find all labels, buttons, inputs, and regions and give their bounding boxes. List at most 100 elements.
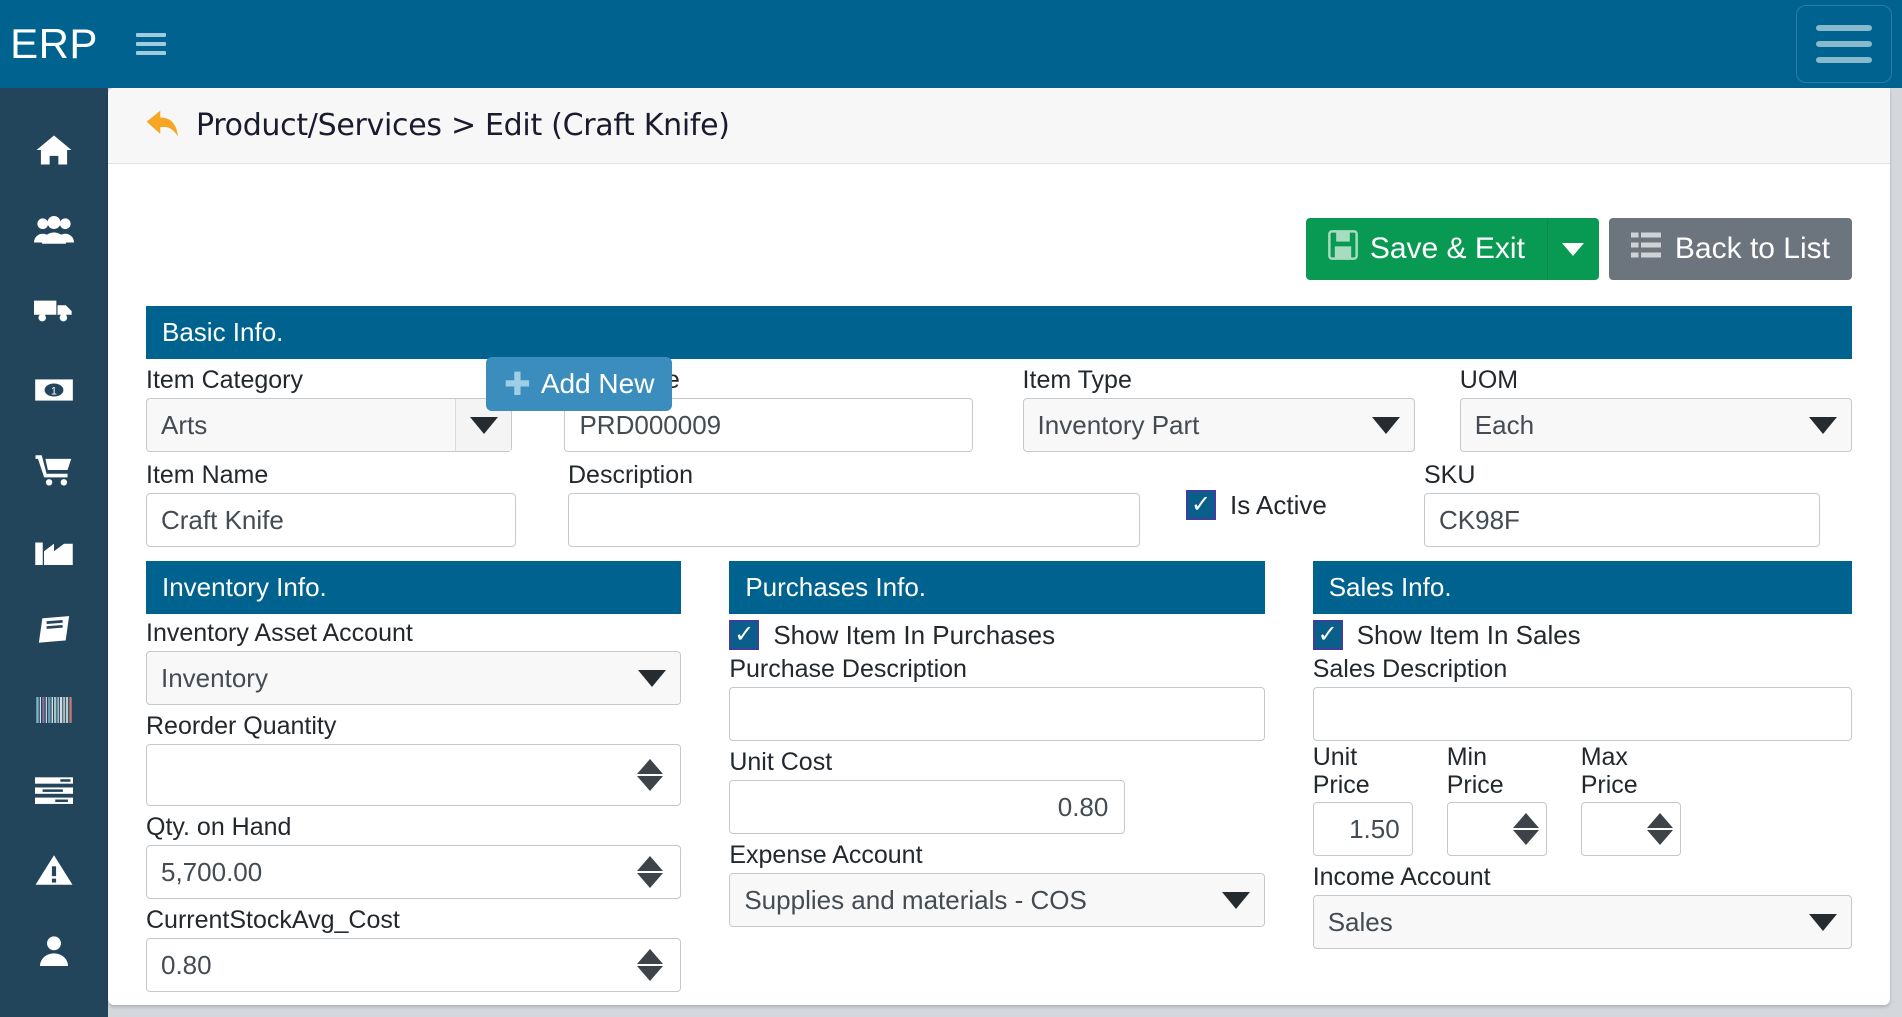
- sidebar-item-home[interactable]: [0, 110, 108, 190]
- sidebar-item-accounting[interactable]: [0, 590, 108, 670]
- sku-value: CK98F: [1439, 504, 1520, 535]
- stepper-arrows[interactable]: [628, 749, 672, 801]
- sidebar-item-account[interactable]: [0, 910, 108, 990]
- chevron-down-icon[interactable]: [624, 652, 680, 704]
- max-price-stepper[interactable]: [1580, 802, 1681, 856]
- stepper-down-icon[interactable]: [637, 873, 664, 888]
- stepper-arrows[interactable]: [1506, 803, 1546, 855]
- current-stock-avg-cost-value: 0.80: [161, 949, 212, 980]
- qty-on-hand-stepper[interactable]: 5,700.00: [146, 845, 682, 899]
- is-active-label: Is Active: [1230, 490, 1327, 520]
- income-account-label: Income Account: [1312, 863, 1491, 891]
- income-account-value: Sales: [1327, 906, 1393, 937]
- list-icon: [35, 776, 73, 804]
- sidebar-item-shipping[interactable]: [0, 270, 108, 350]
- stepper-up-icon[interactable]: [1646, 813, 1673, 828]
- income-account-select[interactable]: Sales: [1312, 895, 1852, 949]
- item-name-label: Item Name: [146, 461, 269, 489]
- min-price-stepper[interactable]: [1446, 802, 1547, 856]
- sales-info-header: Sales Info.: [1312, 561, 1852, 614]
- qty-on-hand-value: 5,700.00: [161, 856, 263, 887]
- purchase-description-input[interactable]: [729, 687, 1265, 741]
- add-new-category-button[interactable]: ✚ Add New: [486, 357, 673, 411]
- save-and-exit-label: Save & Exit: [1369, 232, 1525, 265]
- factory-icon: [35, 535, 73, 565]
- sku-input[interactable]: CK98F: [1424, 493, 1820, 547]
- stepper-down-icon[interactable]: [1512, 830, 1539, 845]
- max-price-label-line2: Price: [1580, 771, 1638, 799]
- user-icon: [38, 934, 70, 966]
- sidebar-item-sales[interactable]: [0, 430, 108, 510]
- warning-icon: [35, 854, 73, 886]
- sidebar-item-banking[interactable]: 1: [0, 350, 108, 430]
- unit-cost-input[interactable]: 0.80: [729, 780, 1126, 834]
- stepper-up-icon[interactable]: [637, 856, 664, 871]
- plus-icon: ✚: [504, 366, 531, 402]
- item-name-input[interactable]: Craft Knife: [146, 493, 516, 547]
- sidebar-item-reports[interactable]: [0, 750, 108, 830]
- hamburger-icon-bar: [136, 33, 166, 37]
- book-icon: [35, 614, 73, 646]
- hamburger-icon-bar: [1816, 41, 1872, 47]
- item-type-value: Inventory Part: [1037, 409, 1200, 440]
- back-to-list-label: Back to List: [1674, 232, 1830, 265]
- is-active-group: ✓ Is Active: [1186, 460, 1424, 547]
- barcode-icon: [35, 697, 73, 723]
- chevron-down-icon: [1562, 242, 1585, 256]
- main-content-card: Product/Services > Edit (Craft Knife) Sa…: [108, 88, 1890, 1005]
- item-code-value: PRD000009: [579, 409, 722, 440]
- expense-account-label: Expense Account: [729, 841, 923, 869]
- show-item-in-purchases-checkbox[interactable]: ✓: [729, 620, 760, 650]
- stepper-arrows[interactable]: [628, 939, 672, 991]
- uom-select[interactable]: Each: [1459, 398, 1852, 452]
- reorder-quantity-stepper[interactable]: [146, 744, 682, 806]
- current-stock-avg-cost-label: CurrentStockAvg_Cost: [146, 906, 400, 934]
- sidebar-item-manufacturing[interactable]: [0, 510, 108, 590]
- expense-account-select[interactable]: Supplies and materials - COS: [729, 873, 1265, 927]
- chevron-down-icon[interactable]: [1795, 896, 1851, 948]
- max-price-label-line1: Max: [1580, 743, 1628, 771]
- reorder-quantity-label: Reorder Quantity: [146, 712, 337, 740]
- sidebar-item-inventory[interactable]: [0, 670, 108, 750]
- chevron-down-icon[interactable]: [1208, 874, 1264, 926]
- current-stock-avg-cost-stepper[interactable]: 0.80: [146, 938, 682, 992]
- stepper-arrows[interactable]: [628, 846, 672, 898]
- stepper-arrows[interactable]: [1640, 803, 1680, 855]
- chevron-down-icon[interactable]: [1795, 399, 1851, 451]
- stepper-up-icon[interactable]: [1512, 813, 1539, 828]
- floppy-disk-icon: [1327, 230, 1358, 268]
- stepper-down-icon[interactable]: [1646, 830, 1673, 845]
- detail-panels: Inventory Info. Inventory Asset Account …: [146, 561, 1852, 992]
- inventory-asset-account-label: Inventory Asset Account: [146, 619, 413, 647]
- item-category-select[interactable]: Arts: [146, 398, 513, 452]
- inventory-asset-account-select[interactable]: Inventory: [146, 651, 682, 705]
- unit-price-label-line1: Unit: [1312, 743, 1358, 771]
- unit-price-input[interactable]: 1.50: [1312, 802, 1413, 856]
- sales-description-input[interactable]: [1312, 687, 1852, 741]
- chevron-down-icon[interactable]: [1358, 399, 1414, 451]
- unit-price-label-line2: Price: [1312, 771, 1370, 799]
- sidebar-item-alerts[interactable]: [0, 830, 108, 910]
- navbar-menu-toggle-button[interactable]: [1796, 5, 1892, 83]
- stepper-down-icon[interactable]: [637, 776, 664, 791]
- back-arrow-icon[interactable]: [146, 108, 180, 143]
- item-type-select[interactable]: Inventory Part: [1022, 398, 1415, 452]
- sidebar-item-contacts[interactable]: [0, 190, 108, 270]
- hamburger-icon-bar: [1816, 57, 1872, 63]
- purchases-info-panel: Purchases Info. ✓ Show Item In Purchases…: [729, 561, 1265, 992]
- show-item-in-sales-checkbox[interactable]: ✓: [1312, 620, 1343, 650]
- item-name-value: Craft Knife: [161, 504, 284, 535]
- is-active-checkbox[interactable]: ✓: [1186, 490, 1216, 520]
- stepper-down-icon[interactable]: [637, 966, 664, 981]
- show-item-in-sales-label: Show Item In Sales: [1356, 620, 1581, 650]
- uom-value: Each: [1474, 409, 1535, 440]
- purchases-info-header: Purchases Info.: [729, 561, 1265, 614]
- back-to-list-button[interactable]: Back to List: [1608, 218, 1852, 280]
- save-and-exit-button[interactable]: Save & Exit: [1305, 218, 1547, 280]
- stepper-up-icon[interactable]: [637, 759, 664, 774]
- save-options-dropdown-button[interactable]: [1546, 218, 1599, 280]
- stepper-up-icon[interactable]: [637, 949, 664, 964]
- sidebar-toggle-button[interactable]: [136, 23, 178, 65]
- description-input[interactable]: [568, 493, 1140, 547]
- sku-label: SKU: [1424, 461, 1476, 489]
